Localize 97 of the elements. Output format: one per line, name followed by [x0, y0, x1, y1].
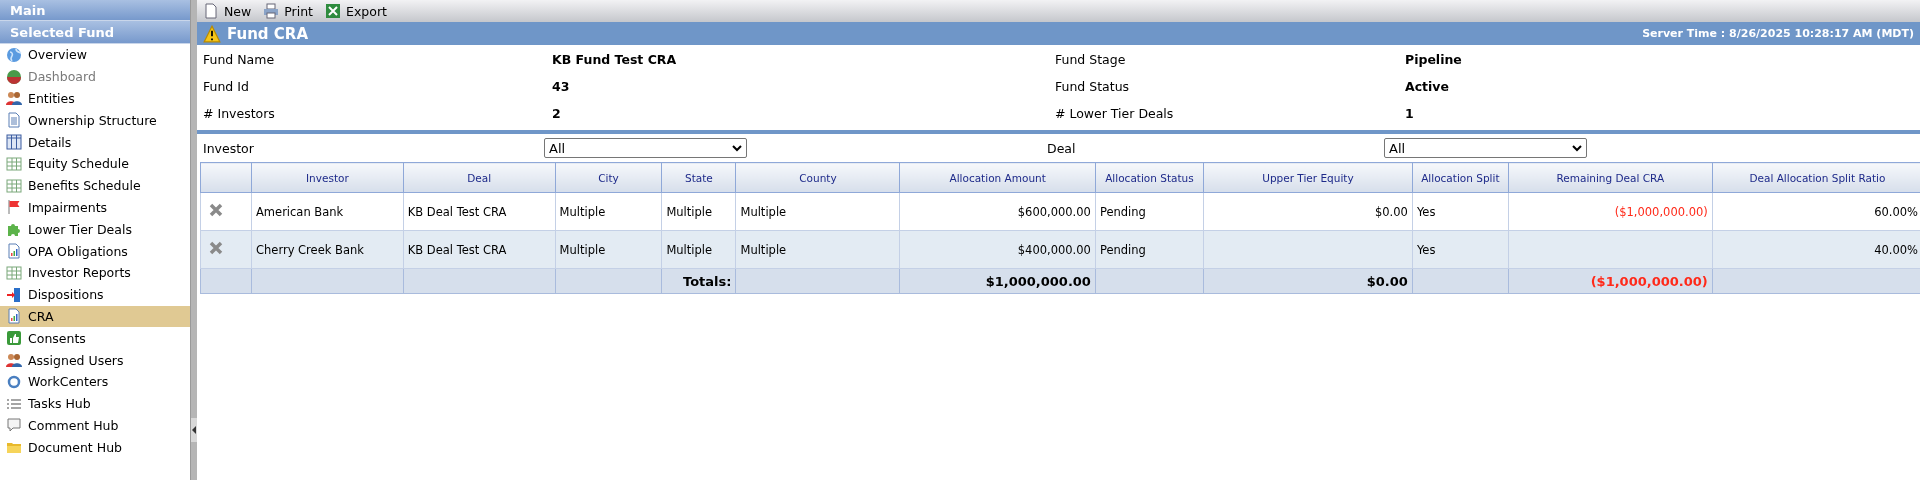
chevron-icon — [732, 144, 742, 152]
thumbs-up-icon — [6, 330, 22, 347]
column-header[interactable]: City — [555, 162, 662, 193]
column-header[interactable]: Upper Tier Equity — [1203, 162, 1413, 193]
chevron-icon — [1572, 144, 1582, 152]
document-icon — [203, 3, 219, 19]
total-cell: ($1,000,000.00) — [1508, 268, 1713, 294]
table-cell: Cherry Creek Bank — [251, 230, 404, 269]
sidebar-item[interactable]: WorkCenters — [0, 370, 190, 393]
column-header[interactable]: Deal — [403, 162, 556, 193]
table-cell: Yes — [1412, 192, 1509, 231]
table-cell: ($1,000,000.00) — [1508, 192, 1713, 231]
column-header[interactable]: Investor — [251, 162, 404, 193]
table-cell: $400,000.00 — [899, 230, 1096, 269]
investor-dropdown[interactable]: All — [544, 138, 747, 158]
filter-label: Deal — [1047, 140, 1076, 156]
puzzle-icon — [6, 221, 22, 238]
sidebar-item[interactable]: CRA — [0, 305, 190, 328]
column-header[interactable]: Remaining Deal CRA — [1508, 162, 1713, 193]
pie-chart-icon — [6, 68, 22, 85]
spreadsheet-icon — [6, 177, 22, 194]
page-title: Fund CRA — [227, 24, 308, 43]
sidebar-item[interactable]: Consents — [0, 327, 190, 350]
column-header[interactable]: State — [661, 162, 736, 193]
chart-document-icon — [6, 308, 22, 325]
table-cell: Multiple — [661, 230, 736, 269]
column-header[interactable]: Deal Allocation Split Ratio — [1712, 162, 1920, 193]
warning-icon — [203, 24, 221, 43]
speech-bubble-icon — [6, 417, 22, 434]
table-cell: Pending — [1095, 192, 1204, 231]
sidebar-item[interactable]: Equity Schedule — [0, 153, 190, 175]
spreadsheet-icon — [6, 264, 22, 281]
table-cell: 40.00% — [1712, 230, 1920, 269]
toolbar-button[interactable]: Export — [325, 3, 387, 19]
table-cell: Multiple — [555, 230, 662, 269]
field-value: Active — [1405, 79, 1450, 94]
filter-label: Investor — [203, 140, 254, 156]
column-header[interactable]: Allocation Amount — [899, 162, 1096, 193]
sidebar-item[interactable]: Comment Hub — [0, 414, 190, 437]
sidebar-item[interactable]: OPA Obligations — [0, 240, 190, 262]
deal-dropdown[interactable]: All — [1384, 138, 1587, 158]
sidebar-item[interactable]: Investor Reports — [0, 261, 190, 284]
table-cell: American Bank — [251, 192, 404, 231]
table-icon — [6, 134, 22, 151]
table-cell: Multiple — [735, 230, 900, 269]
sidebar-item[interactable]: Lower Tier Deals — [0, 218, 190, 241]
table-cell: Yes — [1412, 230, 1509, 269]
chart-document-icon — [6, 243, 22, 260]
table-cell: KB Deal Test CRA — [403, 192, 556, 231]
field-value: 2 — [552, 106, 562, 121]
field-value: Pipeline — [1405, 52, 1463, 67]
table-cell: $0.00 — [1203, 192, 1413, 231]
table-cell: Multiple — [735, 192, 900, 231]
field-value: 43 — [552, 79, 571, 94]
spreadsheet-icon — [6, 155, 22, 172]
field-label: Fund Name — [203, 52, 276, 67]
table-cell: Multiple — [555, 192, 662, 231]
sidebar-item[interactable]: Assigned Users — [0, 349, 190, 371]
table-cell: 60.00% — [1712, 192, 1920, 231]
field-label: Fund Id — [203, 79, 250, 94]
sidebar-item[interactable]: Tasks Hub — [0, 392, 190, 415]
sidebar-item[interactable]: Details — [0, 131, 190, 153]
door-arrow-icon — [6, 286, 22, 303]
total-cell: $1,000,000.00 — [899, 268, 1096, 294]
server-time: Server Time : 8/26/2025 10:28:17 AM (MDT) — [1642, 27, 1914, 40]
field-label: # Investors — [203, 106, 276, 121]
toolbar-button[interactable]: New — [203, 3, 252, 19]
column-header[interactable]: County — [735, 162, 900, 193]
field-label: Fund Stage — [1055, 52, 1127, 67]
document-icon — [6, 112, 22, 129]
sidebar-item[interactable]: Ownership Structure — [0, 109, 190, 132]
column-header — [200, 162, 252, 193]
people-icon — [6, 90, 22, 107]
table-cell: Pending — [1095, 230, 1204, 269]
field-label: # Lower Tier Deals — [1055, 106, 1175, 121]
total-cell: $0.00 — [1203, 268, 1413, 294]
sidebar-item[interactable]: Overview — [0, 44, 190, 66]
ring-icon — [6, 373, 22, 390]
sidebar-item[interactable]: Document Hub — [0, 436, 190, 459]
spreadsheet-icon — [325, 3, 342, 19]
toolbar-button[interactable]: Print — [263, 3, 314, 19]
sidebar-item[interactable]: Entities — [0, 87, 190, 110]
field-value: 1 — [1405, 106, 1415, 121]
printer-icon — [263, 3, 280, 19]
sidebar-item[interactable]: Impairments — [0, 196, 190, 219]
people-icon — [6, 352, 22, 369]
column-header[interactable]: Allocation Status — [1095, 162, 1204, 193]
flag-icon — [6, 199, 22, 216]
table-cell: $600,000.00 — [899, 192, 1096, 231]
field-value: KB Fund Test CRA — [552, 52, 678, 67]
globe-icon — [6, 46, 22, 63]
table-cell: Multiple — [661, 192, 736, 231]
sidebar-item[interactable]: Benefits Schedule — [0, 174, 190, 197]
sidebar-item[interactable]: Dispositions — [0, 283, 190, 306]
field-label: Fund Status — [1055, 79, 1131, 94]
table-cell: KB Deal Test CRA — [403, 230, 556, 269]
column-header[interactable]: Allocation Split — [1412, 162, 1509, 193]
